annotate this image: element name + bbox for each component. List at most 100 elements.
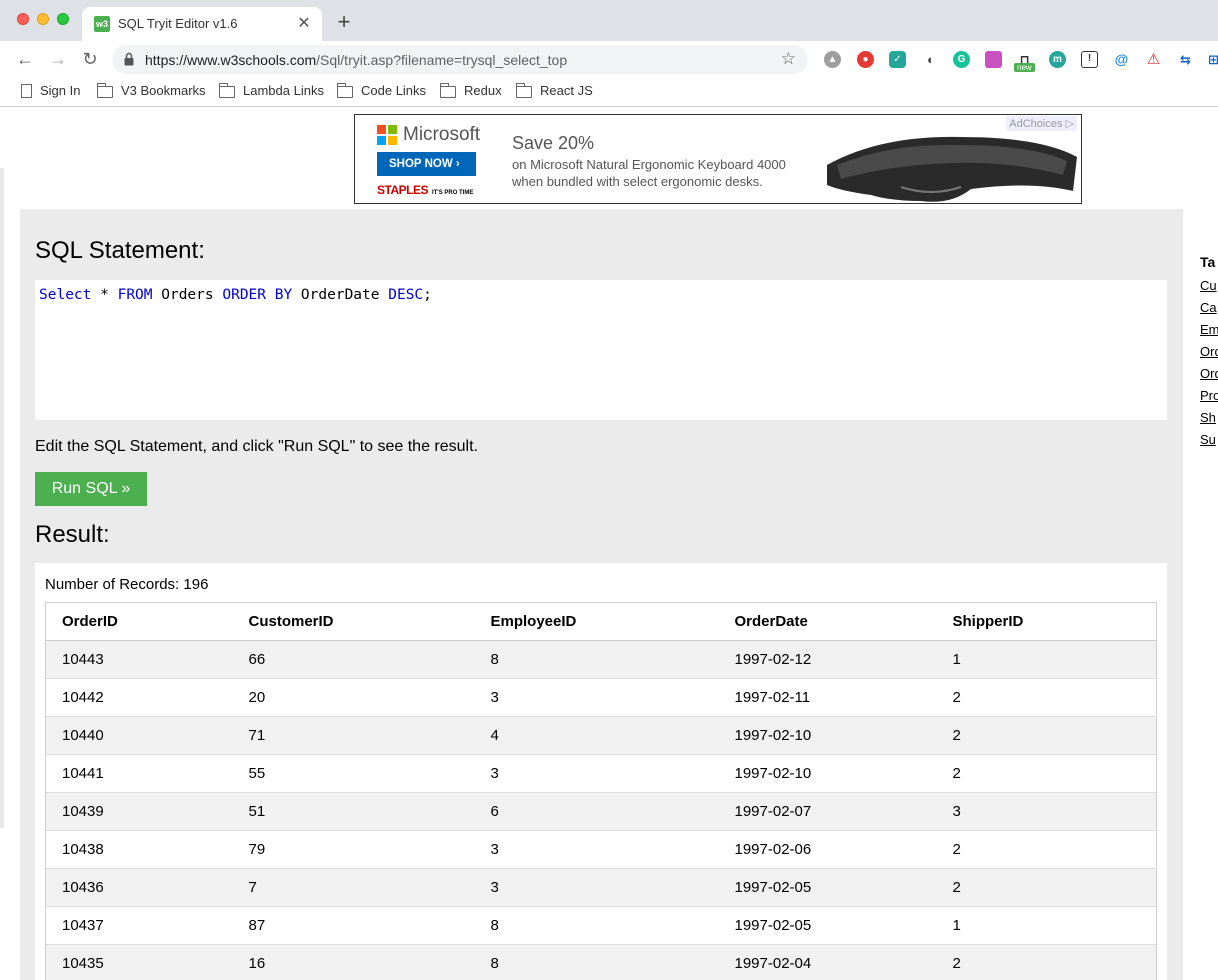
- bookmark-lambda-links[interactable]: Lambda Links: [218, 83, 324, 101]
- column-header: EmployeeID: [474, 602, 719, 641]
- page-icon: [21, 84, 32, 98]
- sql-token: *: [91, 287, 118, 303]
- address-bar[interactable]: https://www.w3schools.com/Sql/tryit.asp?…: [112, 45, 808, 74]
- column-header: CustomerID: [232, 602, 475, 641]
- column-header: OrderDate: [718, 602, 937, 641]
- sql-editor[interactable]: Select * FROM Orders ORDER BY OrderDate …: [35, 280, 1167, 420]
- table-cell: 1997-02-12: [718, 640, 937, 679]
- sidebar-table-link[interactable]: Em: [1200, 319, 1218, 341]
- table-cell: 79: [232, 830, 475, 869]
- table-cell: 10438: [45, 830, 233, 869]
- table-cell: 1: [936, 906, 1157, 945]
- sidebar-table-link[interactable]: Su: [1200, 429, 1218, 451]
- page-content: Microsoft SHOP NOW › STAPLES IT'S PRO TIM…: [0, 108, 1218, 980]
- bookmark-react-js[interactable]: React JS: [515, 83, 593, 101]
- retailer-tagline: IT'S PRO TIME: [431, 190, 474, 196]
- table-row: 10438 79 3 1997-02-06 2: [45, 830, 1157, 869]
- table-cell: 1997-02-11: [718, 678, 937, 717]
- back-arrow-icon[interactable]: ←: [14, 48, 36, 70]
- sidebar-links: CuCaEmOrdOrdProShSu: [1200, 275, 1218, 451]
- editor-hint: Edit the SQL Statement, and click "Run S…: [35, 438, 478, 455]
- sidebar-table-link[interactable]: Ord: [1200, 341, 1218, 363]
- sidebar-table-link[interactable]: Cu: [1200, 275, 1218, 297]
- url-host: https://www.w3schools.com: [145, 52, 317, 68]
- swap-extension-icon[interactable]: ⇆: [1177, 51, 1194, 68]
- grid-extension-icon[interactable]: ⊞: [1205, 51, 1218, 68]
- bookmark-label: Lambda Links: [243, 83, 324, 98]
- tab-strip: w3 SQL Tryit Editor v1.6 ✕ +: [0, 0, 1218, 41]
- save-extension-icon[interactable]: !: [1081, 51, 1098, 68]
- warning-extension-icon[interactable]: ⚠: [1145, 51, 1162, 68]
- browser-tab[interactable]: w3 SQL Tryit Editor v1.6 ✕: [82, 7, 322, 41]
- ad-body: on Microsoft Natural Ergonomic Keyboard …: [512, 156, 812, 190]
- table-cell: 1997-02-04: [718, 944, 937, 980]
- checker-extension-icon[interactable]: ✓: [889, 51, 906, 68]
- table-cell: 16: [232, 944, 475, 980]
- maximize-window-button[interactable]: [57, 13, 69, 25]
- table-cell: 2: [936, 830, 1157, 869]
- bookmark-v3-bookmarks[interactable]: V3 Bookmarks: [96, 83, 206, 101]
- bookmarks-bar: Sign In V3 Bookmarks Lambda Links Code L…: [0, 77, 1218, 107]
- at-extension-icon[interactable]: @: [1113, 51, 1130, 68]
- table-row: 10435 16 8 1997-02-04 2: [45, 944, 1157, 980]
- table-cell: 10442: [45, 678, 233, 717]
- microsoft-logo-icon: [377, 125, 397, 145]
- tab-title: SQL Tryit Editor v1.6: [118, 16, 238, 31]
- url-path: /Sql/tryit.asp?filename=trysql_select_to…: [316, 52, 568, 68]
- bookmark-sign-in[interactable]: Sign In: [21, 83, 80, 101]
- color-extension-icon[interactable]: [985, 51, 1002, 68]
- table-cell: 51: [232, 792, 475, 831]
- result-heading: Result:: [35, 521, 110, 548]
- bookmark-code-links[interactable]: Code Links: [336, 83, 426, 101]
- table-cell: 10443: [45, 640, 233, 679]
- sidebar-table-link[interactable]: Sh: [1200, 407, 1218, 429]
- new-tab-button[interactable]: +: [334, 10, 354, 34]
- bookmark-star-icon[interactable]: ☆: [781, 49, 796, 69]
- table-cell: 66: [232, 640, 475, 679]
- table-cell: 10440: [45, 716, 233, 755]
- table-cell: 2: [936, 716, 1157, 755]
- close-tab-icon[interactable]: ✕: [294, 13, 314, 33]
- column-header: ShipperID: [936, 602, 1157, 641]
- result-table: OrderID CustomerID EmployeeID OrderDate …: [45, 602, 1157, 980]
- retailer-name: STAPLES: [377, 183, 428, 197]
- table-row: 10443 66 8 1997-02-12 1: [45, 640, 1157, 679]
- staples-logo: STAPLES IT'S PRO TIME: [377, 183, 473, 197]
- result-container: Number of Records: 196 OrderID CustomerI…: [35, 563, 1167, 980]
- folder-icon: [515, 83, 532, 98]
- forward-arrow-icon[interactable]: →: [47, 48, 69, 70]
- bookmark-redux[interactable]: Redux: [439, 83, 502, 101]
- table-cell: 3: [936, 792, 1157, 831]
- audio-extension-icon[interactable]: ◖: [921, 51, 938, 68]
- close-window-button[interactable]: [17, 13, 29, 25]
- table-cell: 3: [474, 678, 719, 717]
- sidebar-table-link[interactable]: Ca: [1200, 297, 1218, 319]
- adchoices-label[interactable]: AdChoices ▷: [1006, 116, 1077, 131]
- run-sql-button[interactable]: Run SQL »: [35, 472, 147, 506]
- sidebar-table-link[interactable]: Pro: [1200, 385, 1218, 407]
- sql-keyword: ORDER BY: [222, 287, 293, 303]
- m-extension-icon[interactable]: m: [1049, 51, 1066, 68]
- folder-icon: [96, 83, 113, 98]
- drive-extension-icon[interactable]: ▲: [824, 51, 841, 68]
- table-cell: 4: [474, 716, 719, 755]
- table-cell: 2: [936, 678, 1157, 717]
- minimize-window-button[interactable]: [37, 13, 49, 25]
- folder-icon: [439, 83, 456, 98]
- table-cell: 20: [232, 678, 475, 717]
- advertisement-banner[interactable]: Microsoft SHOP NOW › STAPLES IT'S PRO TIM…: [354, 114, 1082, 204]
- keyboard-image: [827, 136, 1077, 202]
- grammarly-extension-icon[interactable]: G: [953, 51, 970, 68]
- table-cell: 10439: [45, 792, 233, 831]
- sidebar-table-link[interactable]: Ord: [1200, 363, 1218, 385]
- table-cell: 1997-02-07: [718, 792, 937, 831]
- bookmark-label: React JS: [540, 83, 593, 98]
- table-row: 10439 51 6 1997-02-07 3: [45, 792, 1157, 831]
- shop-now-button[interactable]: SHOP NOW ›: [377, 152, 476, 176]
- sql-token: ;: [423, 287, 432, 303]
- table-row: 10441 55 3 1997-02-10 2: [45, 754, 1157, 793]
- bookmark-label: V3 Bookmarks: [121, 83, 206, 98]
- result-rows: 10443 66 8 1997-02-12 1 10442 20 3 1997-02-11 2 10…: [45, 640, 1157, 980]
- reload-icon[interactable]: ↻: [79, 48, 101, 70]
- adblock-extension-icon[interactable]: ●: [857, 51, 874, 68]
